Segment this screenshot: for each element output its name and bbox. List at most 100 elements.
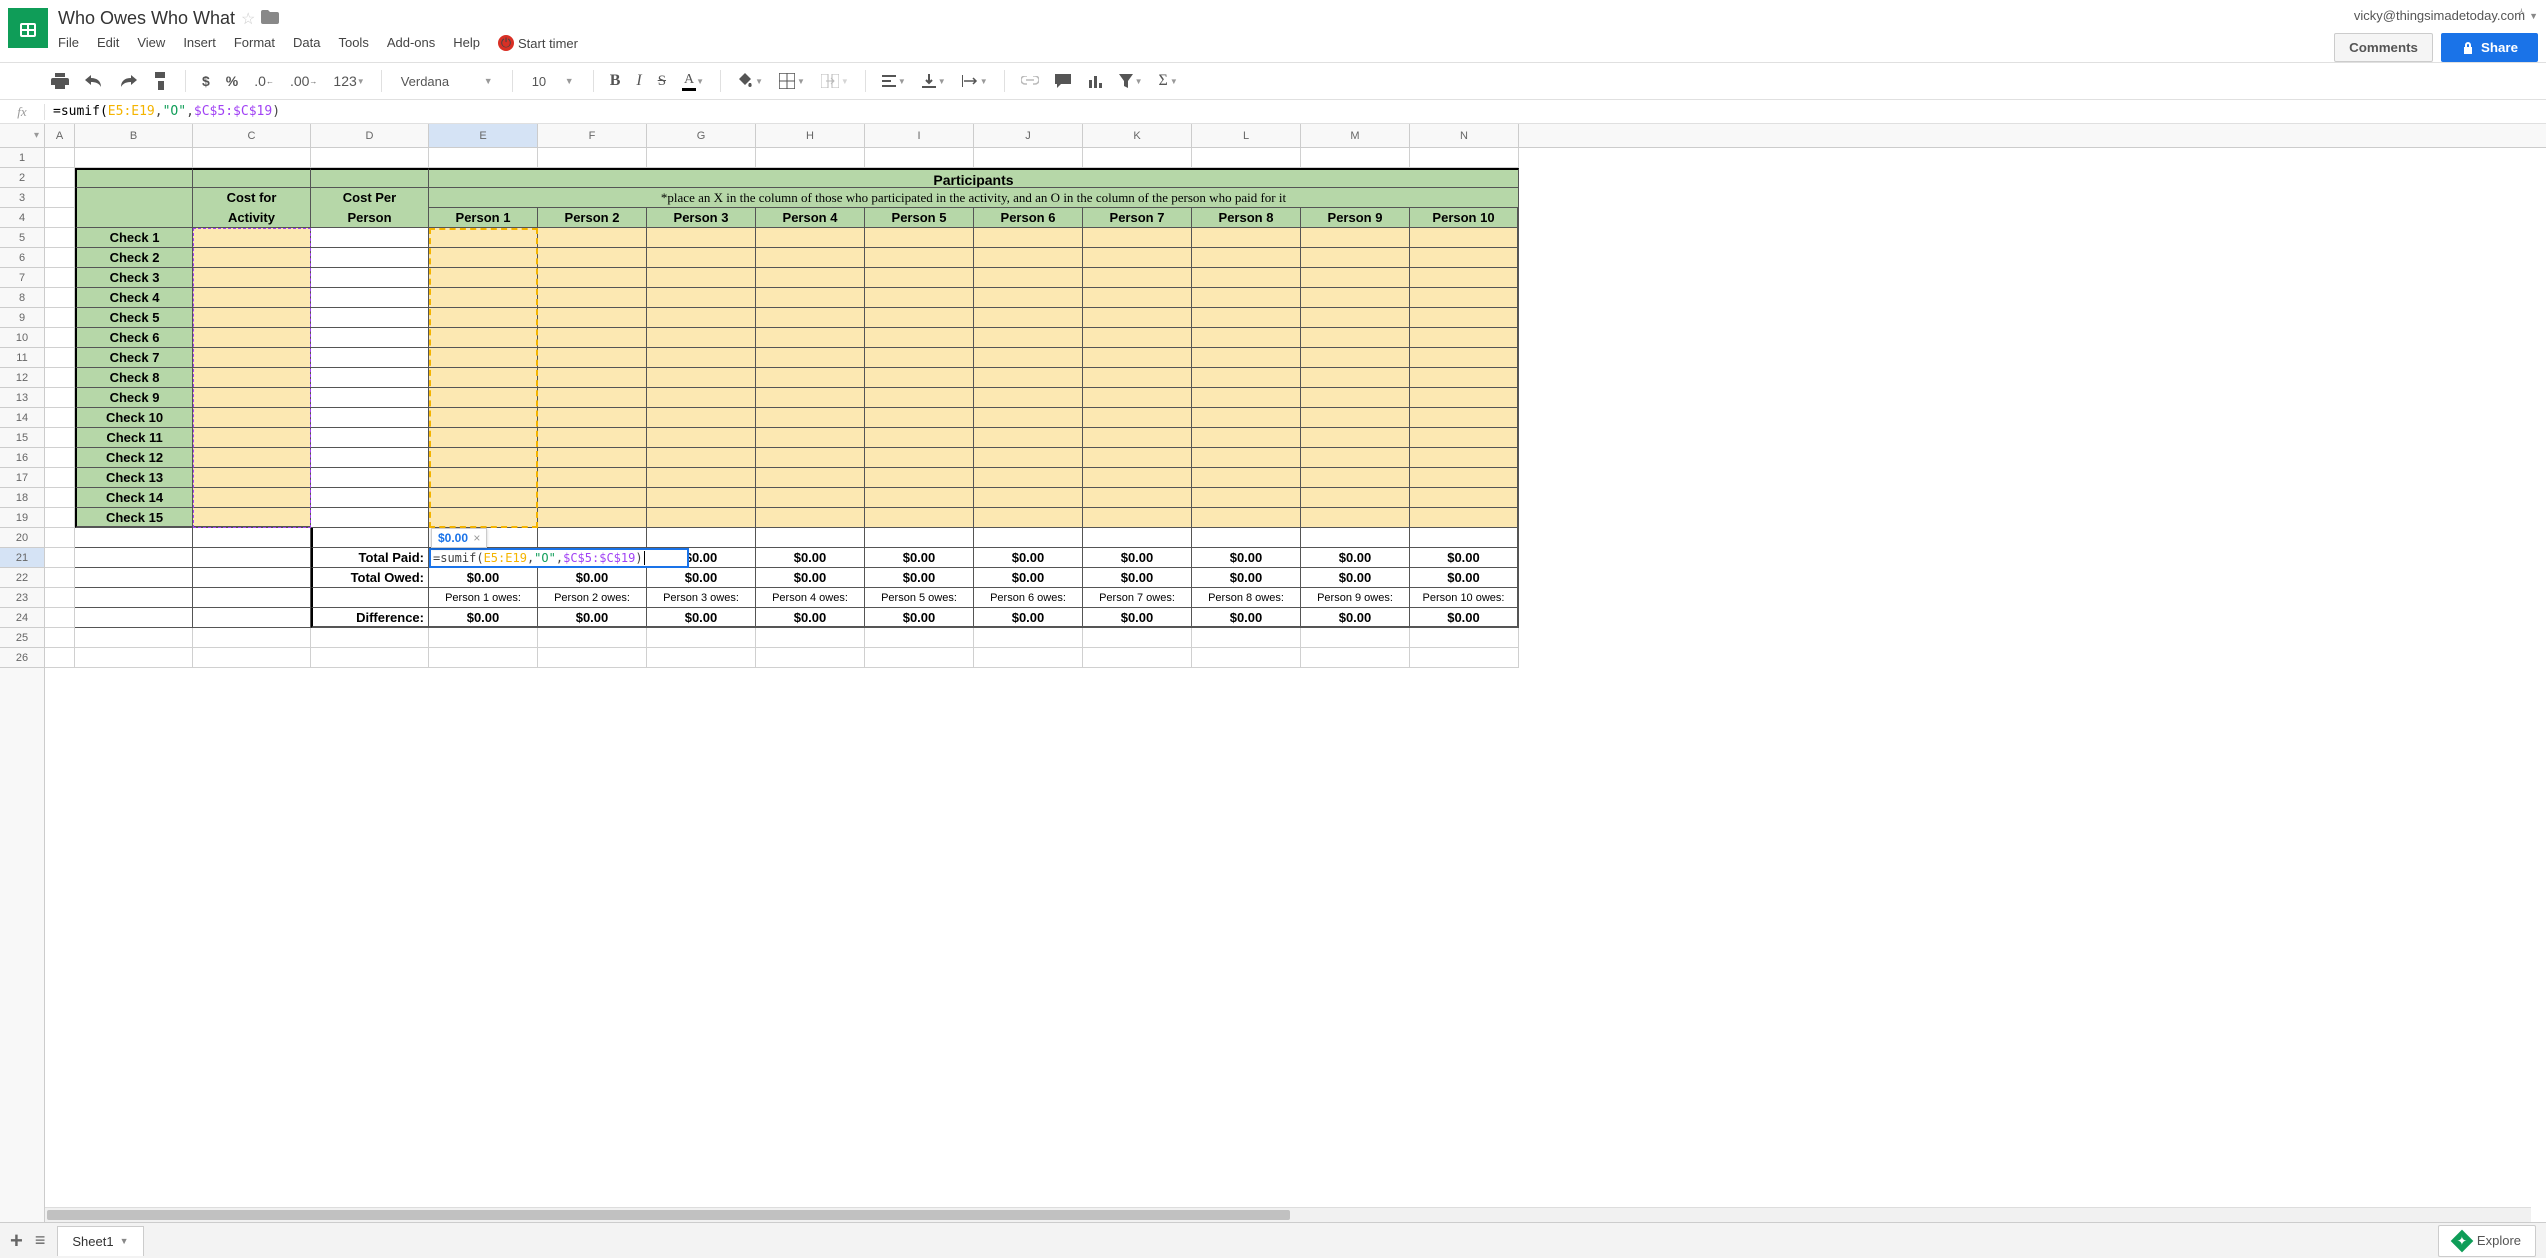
cell[interactable]: [647, 408, 756, 428]
row-header[interactable]: 15: [0, 428, 44, 448]
cell[interactable]: Check 7: [75, 348, 193, 368]
cell[interactable]: [193, 508, 311, 528]
cell[interactable]: [974, 468, 1083, 488]
cell[interactable]: [429, 428, 538, 448]
cell[interactable]: [1083, 488, 1192, 508]
cell[interactable]: [429, 468, 538, 488]
cell[interactable]: $0.00: [756, 548, 865, 568]
cell[interactable]: [75, 648, 193, 668]
cell[interactable]: [974, 228, 1083, 248]
cell[interactable]: [647, 648, 756, 668]
cell[interactable]: [756, 448, 865, 468]
cell[interactable]: [1301, 268, 1410, 288]
cell[interactable]: [756, 528, 865, 548]
cell[interactable]: [45, 568, 75, 588]
cell[interactable]: [1192, 508, 1301, 528]
cell[interactable]: [1083, 268, 1192, 288]
cell[interactable]: $0.00: [1192, 568, 1301, 588]
row-header[interactable]: 7: [0, 268, 44, 288]
cell[interactable]: $0.00: [1410, 548, 1519, 568]
cell[interactable]: [193, 448, 311, 468]
cell[interactable]: [756, 368, 865, 388]
cell[interactable]: [193, 268, 311, 288]
cell[interactable]: [45, 188, 75, 208]
cell[interactable]: [647, 388, 756, 408]
col-header[interactable]: M: [1301, 124, 1410, 147]
row-header[interactable]: 16: [0, 448, 44, 468]
cell[interactable]: [974, 248, 1083, 268]
cell[interactable]: [1192, 648, 1301, 668]
col-header[interactable]: B: [75, 124, 193, 147]
cell[interactable]: [1083, 408, 1192, 428]
cell[interactable]: [1410, 268, 1519, 288]
cell[interactable]: [193, 168, 311, 188]
cell[interactable]: Person 2: [538, 208, 647, 228]
cell[interactable]: [75, 568, 193, 588]
col-header[interactable]: N: [1410, 124, 1519, 147]
cell[interactable]: [756, 648, 865, 668]
cell[interactable]: [1301, 628, 1410, 648]
cell[interactable]: [45, 168, 75, 188]
cell[interactable]: [45, 348, 75, 368]
cell[interactable]: [974, 448, 1083, 468]
cell[interactable]: [193, 148, 311, 168]
cell[interactable]: [193, 408, 311, 428]
cell[interactable]: $0.00: [974, 608, 1083, 628]
cell[interactable]: $0.00: [1083, 568, 1192, 588]
cell[interactable]: [1410, 408, 1519, 428]
cell[interactable]: [647, 288, 756, 308]
row-header[interactable]: 17: [0, 468, 44, 488]
cell[interactable]: [45, 328, 75, 348]
cell[interactable]: [1410, 248, 1519, 268]
cell[interactable]: [429, 308, 538, 328]
cell[interactable]: [1083, 248, 1192, 268]
cell[interactable]: [193, 628, 311, 648]
cell[interactable]: Check 10: [75, 408, 193, 428]
cell[interactable]: $0.00: [1301, 568, 1410, 588]
cell[interactable]: [1410, 628, 1519, 648]
cell[interactable]: Cost for: [193, 188, 311, 208]
cell[interactable]: [974, 648, 1083, 668]
cell[interactable]: Person: [311, 208, 429, 228]
cell[interactable]: $0.00: [1192, 548, 1301, 568]
menu-help[interactable]: Help: [453, 35, 480, 51]
cell[interactable]: Person 8 owes:: [1192, 588, 1301, 608]
cell[interactable]: [429, 248, 538, 268]
cell-editor[interactable]: =sumif(E5:E19,"O",$C$5:$C$19): [429, 548, 689, 568]
cell[interactable]: [1192, 488, 1301, 508]
v-align-icon[interactable]: ▼: [916, 70, 952, 92]
cell[interactable]: [193, 468, 311, 488]
cell[interactable]: [311, 308, 429, 328]
merge-icon[interactable]: ▼: [815, 70, 855, 92]
cell[interactable]: [974, 348, 1083, 368]
cell[interactable]: [1192, 428, 1301, 448]
menu-addons[interactable]: Add-ons: [387, 35, 435, 51]
cell[interactable]: [756, 148, 865, 168]
cell[interactable]: [1192, 408, 1301, 428]
chart-icon[interactable]: [1081, 70, 1109, 92]
cell[interactable]: [75, 208, 193, 228]
cell[interactable]: [45, 468, 75, 488]
col-header[interactable]: G: [647, 124, 756, 147]
cell[interactable]: [1301, 488, 1410, 508]
cell[interactable]: Cost Per: [311, 188, 429, 208]
cell[interactable]: [647, 148, 756, 168]
cell[interactable]: [974, 428, 1083, 448]
cell[interactable]: [756, 288, 865, 308]
cell[interactable]: [429, 508, 538, 528]
cell[interactable]: [311, 528, 429, 548]
cell[interactable]: [45, 268, 75, 288]
cell[interactable]: Total Paid:: [311, 548, 429, 568]
cell[interactable]: [193, 568, 311, 588]
cell[interactable]: $0.00: [974, 548, 1083, 568]
cell[interactable]: [756, 248, 865, 268]
cell[interactable]: Check 5: [75, 308, 193, 328]
text-color-icon[interactable]: A ▼: [676, 68, 710, 95]
cell[interactable]: Activity: [193, 208, 311, 228]
cell[interactable]: [865, 468, 974, 488]
cell[interactable]: [311, 348, 429, 368]
star-icon[interactable]: ☆: [241, 9, 255, 29]
cell[interactable]: [429, 388, 538, 408]
cell[interactable]: [974, 488, 1083, 508]
cell[interactable]: Participants: [429, 168, 1519, 188]
